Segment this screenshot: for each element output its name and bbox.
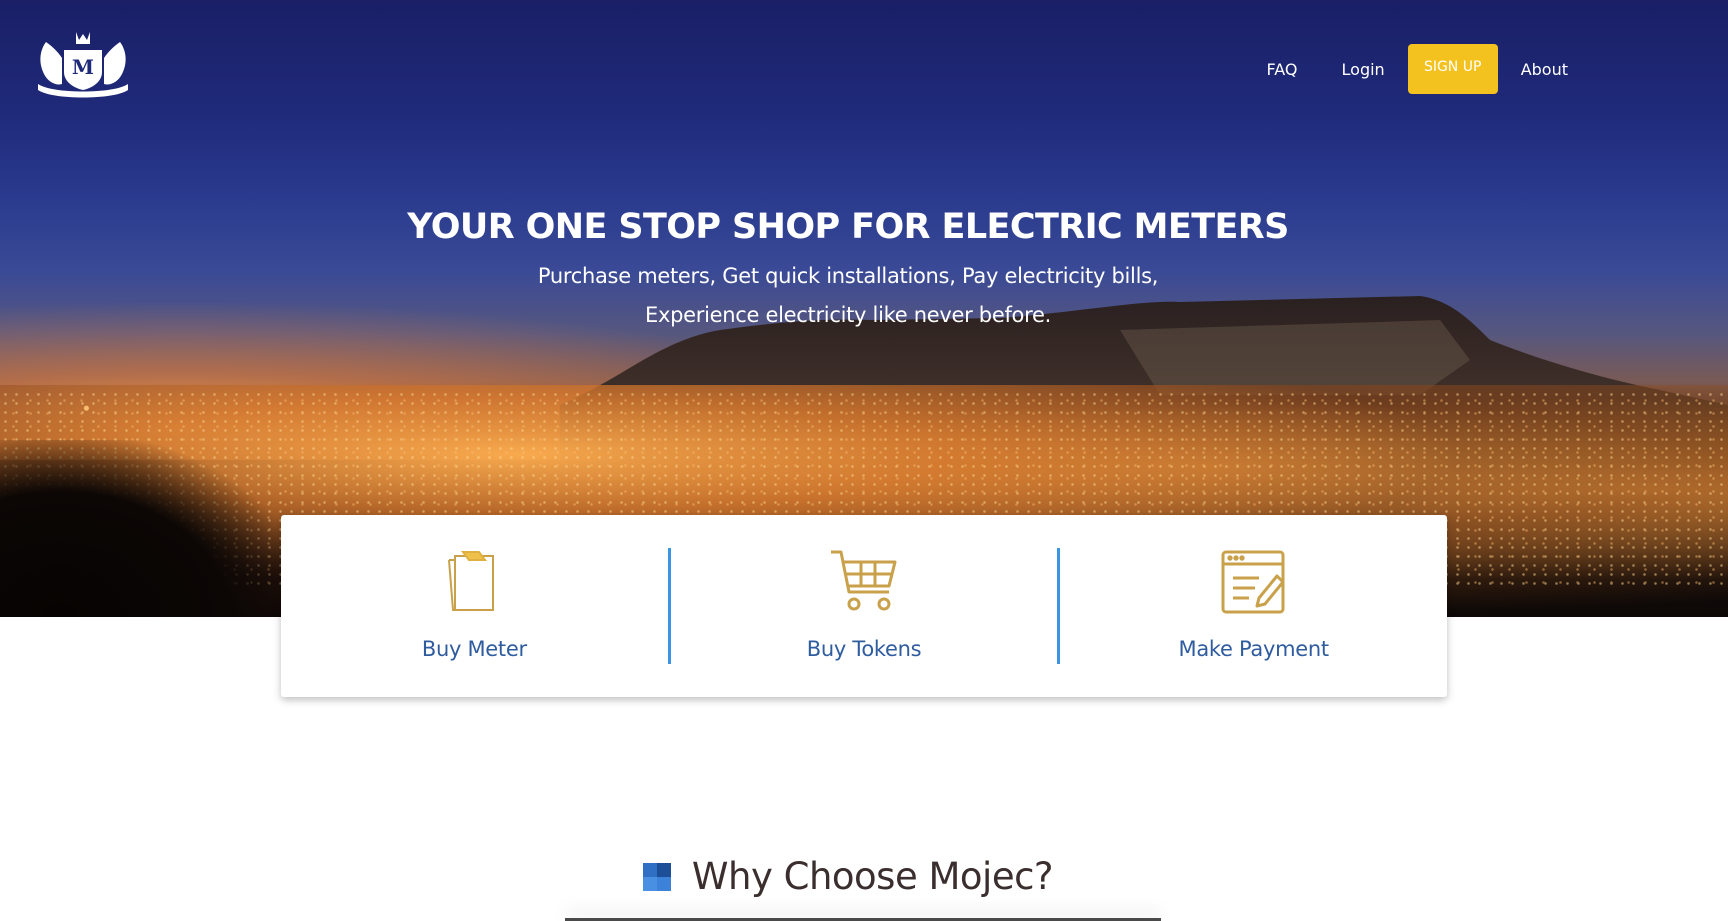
mojec-crest-logo[interactable]: M [32,28,134,100]
make-payment-label: Make Payment [1178,637,1330,661]
quick-actions-card: Buy Meter Buy Tokens Make Payment [281,515,1447,697]
make-payment-action[interactable]: Make Payment [1060,515,1447,697]
buy-tokens-label: Buy Tokens [806,637,922,661]
blue-squares-icon [642,862,671,891]
buy-meter-action[interactable]: Buy Meter [281,515,668,697]
edit-document-icon [1221,550,1285,614]
page: M FAQ Login SIGN UP About YOUR ONE STOP … [0,0,1728,921]
shopping-cart-icon [831,550,897,611]
foreground-foliage [0,440,300,617]
nav-about-link[interactable]: About [1521,60,1568,79]
why-section-heading: Why Choose Mojec? [0,855,1696,898]
nav-login-link[interactable]: Login [1342,60,1385,79]
nav-faq-link[interactable]: FAQ [1267,60,1298,79]
documents-icon [448,551,495,611]
svg-text:M: M [72,55,94,79]
signup-button[interactable]: SIGN UP [1407,44,1498,94]
buy-tokens-action[interactable]: Buy Tokens [671,515,1058,697]
hero-subtitle-line1: Purchase meters, Get quick installations… [537,264,1159,288]
buy-meter-label: Buy Meter [421,637,527,661]
why-choose-title: Why Choose Mojec? [691,855,1054,898]
hero-subtitle-line2: Experience electricity like never before… [645,303,1051,327]
top-nav: FAQ Login SIGN UP About [1267,43,1568,95]
hero-title: YOUR ONE STOP SHOP FOR ELECTRIC METERS [407,207,1289,247]
